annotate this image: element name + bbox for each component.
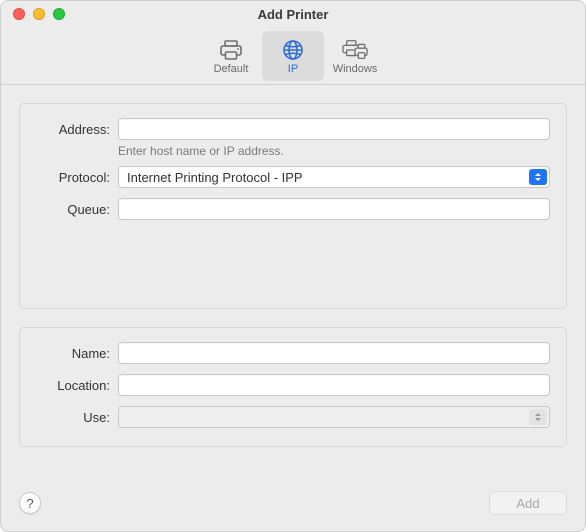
chevron-up-down-icon [529, 409, 547, 425]
help-icon: ? [26, 496, 33, 511]
add-button[interactable]: Add [489, 491, 567, 515]
add-button-label: Add [516, 496, 539, 511]
printer-icon [218, 39, 244, 61]
tab-windows-label: Windows [333, 63, 378, 75]
printer-details-panel: Name: Location: Use: [19, 327, 567, 447]
chevron-up-down-icon [529, 169, 547, 185]
toolbar-segment: Default IP [200, 31, 386, 81]
address-hint: Enter host name or IP address. [118, 144, 550, 158]
use-select[interactable] [118, 406, 550, 428]
address-label: Address: [36, 122, 110, 137]
toolbar: Default IP [1, 27, 585, 85]
tab-ip-label: IP [288, 63, 298, 75]
tab-default[interactable]: Default [200, 31, 262, 81]
windows-printer-icon [342, 39, 368, 61]
location-input[interactable] [118, 374, 550, 396]
address-input[interactable] [118, 118, 550, 140]
queue-label: Queue: [36, 202, 110, 217]
protocol-label: Protocol: [36, 170, 110, 185]
window-title: Add Printer [1, 7, 585, 22]
tab-ip[interactable]: IP [262, 31, 324, 81]
footer: ? Add [1, 475, 585, 531]
tab-default-label: Default [214, 63, 249, 75]
globe-icon [280, 39, 306, 61]
name-label: Name: [36, 346, 110, 361]
protocol-select[interactable]: Internet Printing Protocol - IPP [118, 166, 550, 188]
titlebar: Add Printer [1, 1, 585, 27]
protocol-value: Internet Printing Protocol - IPP [127, 170, 303, 185]
tab-windows[interactable]: Windows [324, 31, 386, 81]
help-button[interactable]: ? [19, 492, 41, 514]
connection-panel: Address: Enter host name or IP address. … [19, 103, 567, 309]
use-label: Use: [36, 410, 110, 425]
queue-input[interactable] [118, 198, 550, 220]
add-printer-window: Add Printer Default [0, 0, 586, 532]
content-area: Address: Enter host name or IP address. … [1, 85, 585, 475]
location-label: Location: [36, 378, 110, 393]
name-input[interactable] [118, 342, 550, 364]
